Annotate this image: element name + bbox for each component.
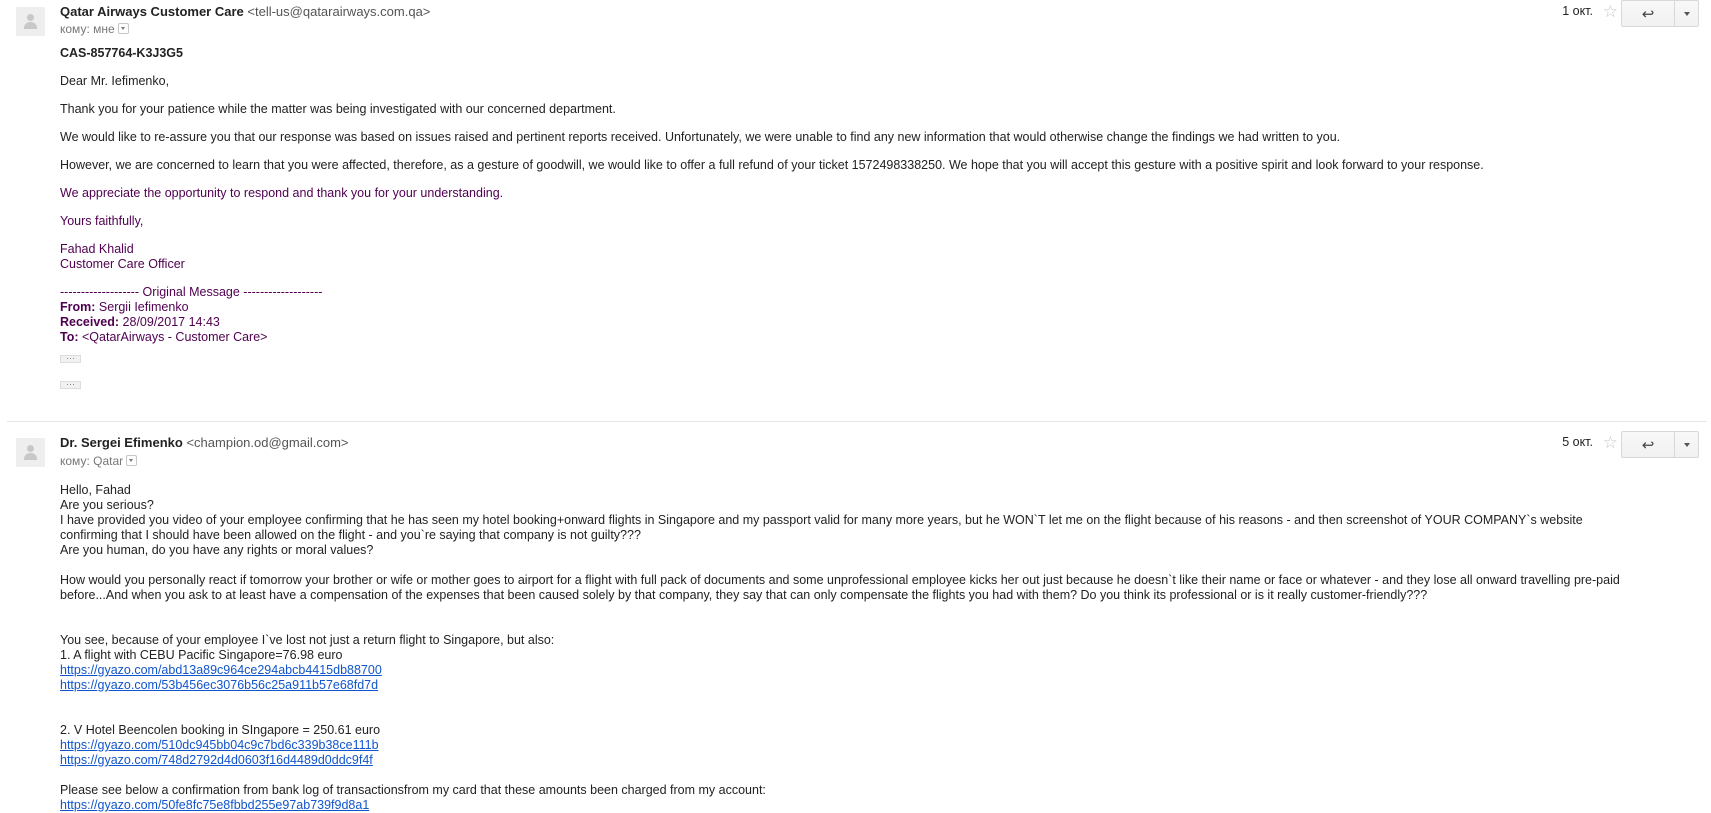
message-divider — [7, 421, 1707, 422]
show-trimmed-content-button[interactable]: ··· — [60, 380, 81, 389]
bank-confirmation-text: Please see below a confirmation from ban… — [60, 783, 766, 797]
original-received: Received: 28/09/2017 14:43 — [60, 315, 220, 329]
show-details-icon[interactable] — [117, 23, 129, 35]
message-body: CAS-857764-K3J3G5 Dear Mr. Iefimenko, Th… — [60, 46, 1691, 391]
paragraph: However, we are concerned to learn that … — [60, 158, 1484, 172]
reply-button[interactable]: ↩ — [1621, 0, 1675, 27]
star-icon[interactable]: ☆ — [1603, 434, 1618, 451]
more-options-button[interactable] — [1675, 431, 1699, 458]
avatar — [16, 438, 45, 467]
greeting: Dear Mr. Iefimenko, — [60, 74, 170, 88]
recipient-text: кому: Qatar — [60, 454, 124, 468]
star-icon[interactable]: ☆ — [1603, 3, 1618, 20]
evidence-link[interactable]: https://gyazo.com/748d2792d4d0603f16d448… — [60, 753, 373, 767]
evidence-link[interactable]: https://gyazo.com/abd13a89c964ce294abcb4… — [60, 663, 382, 677]
paragraph: Thank you for your patience while the ma… — [60, 102, 616, 116]
loss-item: 2. V Hotel Beencolen booking in SIngapor… — [60, 723, 381, 737]
reply-button-group: ↩ — [1621, 0, 1699, 27]
evidence-link[interactable]: https://gyazo.com/53b456ec3076b56c25a911… — [60, 678, 378, 692]
losses-intro: You see, because of your employee I`ve l… — [60, 633, 555, 647]
closing: Yours faithfully, — [60, 214, 144, 228]
person-avatar-icon — [27, 445, 34, 452]
body-line: Are you serious? — [60, 498, 154, 512]
body-line: Hello, Fahad — [60, 483, 131, 497]
reply-icon: ↩ — [1641, 436, 1655, 454]
original-to: To: <QatarAirways - Customer Care> — [60, 330, 268, 344]
body-line: before...And when you ask to at least ha… — [60, 588, 1428, 602]
show-trimmed-content-button[interactable]: ··· — [60, 354, 81, 363]
reply-icon: ↩ — [1641, 5, 1655, 23]
original-from: From: Sergii Iefimenko — [60, 300, 189, 314]
loss-item: 1. A flight with CEBU Pacific Singapore=… — [60, 648, 343, 662]
email-message: Qatar Airways Customer Care <tell-us@qat… — [0, 0, 1711, 420]
signature-name: Fahad Khalid — [60, 242, 134, 256]
message-date[interactable]: 1 окт. — [1562, 4, 1593, 18]
person-avatar-icon — [27, 14, 34, 21]
sender-email: <tell-us@qatarairways.com.qa> — [247, 4, 431, 19]
evidence-link[interactable]: https://gyazo.com/50fe8fc75e8fbbd255e97a… — [60, 798, 369, 812]
recipient-line: кому: мне — [60, 22, 129, 36]
sender[interactable]: Qatar Airways Customer Care <tell-us@qat… — [60, 4, 430, 19]
body-line: I have provided you video of your employ… — [60, 513, 1583, 527]
show-details-icon[interactable] — [126, 455, 138, 467]
sender[interactable]: Dr. Sergei Efimenko <champion.od@gmail.c… — [60, 435, 349, 450]
recipient-line: кому: Qatar — [60, 454, 138, 468]
signature-title: Customer Care Officer — [60, 257, 185, 271]
sender-name[interactable]: Dr. Sergei Efimenko — [60, 435, 183, 450]
message-body: Hello, Fahad Are you serious? I have pro… — [60, 483, 1691, 813]
sender-email: <champion.od@gmail.com> — [186, 435, 349, 450]
reply-button-group: ↩ — [1621, 431, 1699, 458]
message-date[interactable]: 5 окт. — [1562, 435, 1593, 449]
evidence-link[interactable]: https://gyazo.com/510dc945bb04c9c7bd6c33… — [60, 738, 379, 752]
body-line: confirming that I should have been allow… — [60, 528, 641, 542]
paragraph: We would like to re-assure you that our … — [60, 130, 1341, 144]
avatar — [16, 7, 45, 36]
case-id: CAS-857764-K3J3G5 — [60, 46, 183, 60]
chevron-down-icon — [1683, 11, 1690, 16]
body-line: Are you human, do you have any rights or… — [60, 543, 374, 557]
appreciation: We appreciate the opportunity to respond… — [60, 186, 504, 200]
body-line: How would you personally react if tomorr… — [60, 573, 1620, 587]
reply-button[interactable]: ↩ — [1621, 431, 1675, 458]
sender-name[interactable]: Qatar Airways Customer Care — [60, 4, 244, 19]
recipient-text: кому: мне — [60, 22, 115, 36]
chevron-down-icon — [1683, 442, 1690, 447]
more-options-button[interactable] — [1675, 0, 1699, 27]
email-message: Dr. Sergei Efimenko <champion.od@gmail.c… — [0, 424, 1711, 812]
original-message-header: ------------------- Original Message ---… — [60, 285, 323, 299]
